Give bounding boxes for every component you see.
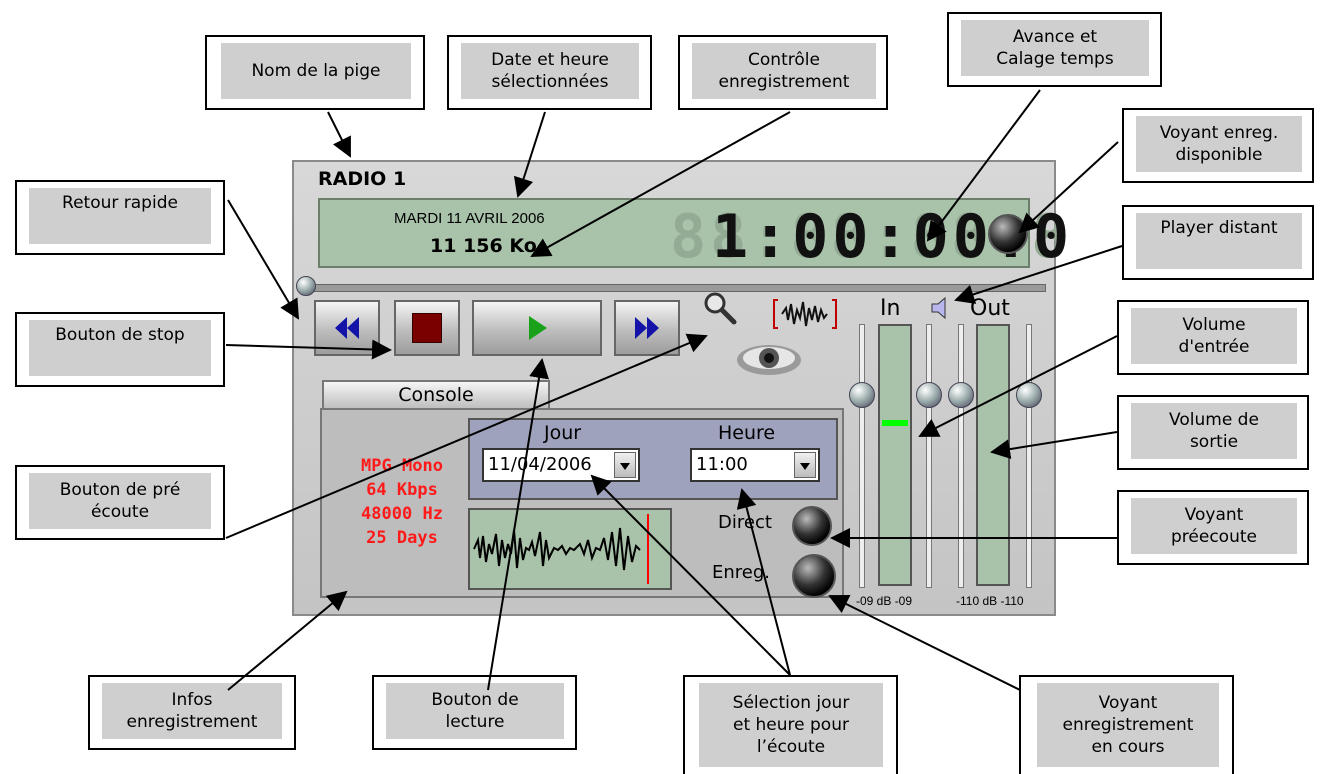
callout-selection-jour-heure-text: Sélection jour et heure pour l’écoute — [699, 683, 883, 767]
lcd-file-size: 11 156 Ko — [430, 235, 537, 257]
callout-player-distant: Player distant — [1122, 205, 1314, 280]
callout-voyant-preecoute-text: Voyant préecoute — [1131, 498, 1297, 554]
chevron-down-icon[interactable] — [614, 452, 636, 478]
arrow-retour-rapide — [227, 199, 300, 320]
lcd-date: MARDI 11 AVRIL 2006 — [394, 210, 545, 227]
magnifier-icon[interactable] — [702, 290, 738, 326]
callout-date-heure-text: Date et heure sélectionnées — [461, 43, 639, 99]
callout-bouton-lecture-text: Bouton de lecture — [386, 683, 564, 739]
info-format: MPG Mono — [361, 456, 443, 476]
callout-nom-pige-text: Nom de la pige — [221, 43, 411, 99]
jour-select[interactable]: 11/04/2006 — [482, 448, 640, 482]
output-scale: -110 dB -110 — [956, 594, 1024, 608]
info-samplerate: 48000 Hz — [361, 504, 443, 524]
preecoute-led — [792, 506, 832, 546]
input-gain-track[interactable] — [859, 324, 865, 588]
heure-label: Heure — [718, 422, 776, 444]
callout-date-heure: Date et heure sélectionnées — [447, 35, 652, 110]
callout-avance-calage: Avance et Calage temps — [947, 12, 1162, 87]
callout-bouton-preecoute: Bouton de pré écoute — [15, 465, 225, 540]
chevron-down-icon[interactable] — [794, 452, 816, 478]
stop-button[interactable] — [394, 300, 460, 356]
output-level-meter — [976, 324, 1010, 586]
input-level-indicator — [882, 420, 908, 426]
day-hour-selector: Jour Heure 11/04/2006 11:00 — [468, 418, 838, 500]
heure-value: 11:00 — [696, 454, 748, 475]
out-label: Out — [970, 296, 1010, 321]
seek-handle[interactable] — [296, 276, 316, 296]
input-gain-handle[interactable] — [849, 382, 875, 408]
waveform-record-icon[interactable] — [772, 296, 838, 332]
callout-infos-enreg-text: Infos enregistrement — [102, 683, 282, 739]
console-panel: MPG Mono 64 Kbps 48000 Hz 25 Days Jour H… — [320, 408, 844, 598]
rewind-icon — [335, 317, 359, 339]
callout-retour-rapide: Retour rapide — [15, 180, 225, 255]
info-retention: 25 Days — [366, 528, 438, 548]
output-gain-handle[interactable] — [948, 382, 974, 408]
callout-bouton-preecoute-text: Bouton de pré écoute — [29, 473, 211, 529]
callout-bouton-stop-text: Bouton de stop — [29, 320, 211, 376]
speaker-icon[interactable] — [930, 296, 950, 320]
callout-volume-sortie-text: Volume de sortie — [1131, 403, 1297, 459]
info-bitrate: 64 Kbps — [366, 480, 438, 500]
tab-console[interactable]: Console — [322, 380, 550, 410]
callout-volume-entree: Volume d'entrée — [1117, 300, 1309, 375]
seek-bar[interactable] — [304, 284, 1046, 292]
player-panel: RADIO 1 MARDI 11 AVRIL 2006 11 156 Ko 88… — [292, 160, 1069, 616]
fast-forward-button[interactable] — [614, 300, 680, 356]
callout-volume-sortie: Volume de sortie — [1117, 395, 1309, 470]
recording-info: MPG Mono 64 Kbps 48000 Hz 25 Days — [332, 454, 472, 550]
heure-select[interactable]: 11:00 — [690, 448, 820, 482]
callout-nom-pige: Nom de la pige — [205, 35, 425, 110]
callout-voyant-en-cours-text: Voyant enregistrement en cours — [1037, 683, 1219, 767]
callout-volume-entree-text: Volume d'entrée — [1131, 308, 1297, 364]
eye-icon[interactable] — [734, 340, 804, 380]
callout-voyant-dispo-text: Voyant enreg. disponible — [1136, 116, 1302, 172]
fast-forward-icon — [635, 317, 659, 339]
input-volume-track[interactable] — [926, 324, 932, 588]
input-volume-handle[interactable] — [916, 382, 942, 408]
output-volume-handle[interactable] — [1016, 382, 1042, 408]
callout-selection-jour-heure: Sélection jour et heure pour l’écoute — [683, 675, 898, 774]
waveform-graphic — [473, 514, 649, 584]
callout-controle-enreg: Contrôle enregistrement — [678, 35, 888, 110]
output-gain-track[interactable] — [958, 324, 964, 588]
recording-led — [792, 554, 836, 598]
play-button[interactable] — [472, 300, 602, 356]
in-label: In — [880, 296, 901, 321]
record-available-led — [988, 214, 1028, 254]
callout-retour-rapide-text: Retour rapide — [29, 188, 211, 244]
waveform-display — [468, 508, 672, 590]
callout-voyant-preecoute: Voyant préecoute — [1117, 490, 1309, 565]
jour-label: Jour — [544, 422, 582, 444]
input-level-meter — [878, 324, 912, 586]
arrow-nom-pige — [327, 111, 351, 158]
output-volume-track[interactable] — [1026, 324, 1032, 588]
callout-bouton-stop: Bouton de stop — [15, 312, 225, 387]
play-icon — [529, 316, 547, 340]
stop-icon — [412, 313, 442, 343]
callout-bouton-lecture: Bouton de lecture — [372, 675, 577, 750]
direct-label: Direct — [718, 512, 772, 533]
callout-player-distant-text: Player distant — [1136, 213, 1302, 269]
callout-voyant-en-cours: Voyant enregistrement en cours — [1019, 675, 1234, 774]
jour-value: 11/04/2006 — [488, 454, 592, 475]
callout-controle-enreg-text: Contrôle enregistrement — [692, 43, 876, 99]
callout-infos-enreg: Infos enregistrement — [88, 675, 296, 750]
input-scale: -09 dB -09 — [856, 594, 913, 608]
lcd-display: MARDI 11 AVRIL 2006 11 156 Ko 88:88:88.8… — [318, 198, 1069, 272]
callout-voyant-dispo: Voyant enreg. disponible — [1122, 108, 1314, 183]
enreg-label: Enreg. — [712, 562, 771, 583]
station-name: RADIO 1 — [318, 168, 407, 190]
rewind-button[interactable] — [314, 300, 380, 356]
callout-avance-calage-text: Avance et Calage temps — [961, 20, 1149, 76]
